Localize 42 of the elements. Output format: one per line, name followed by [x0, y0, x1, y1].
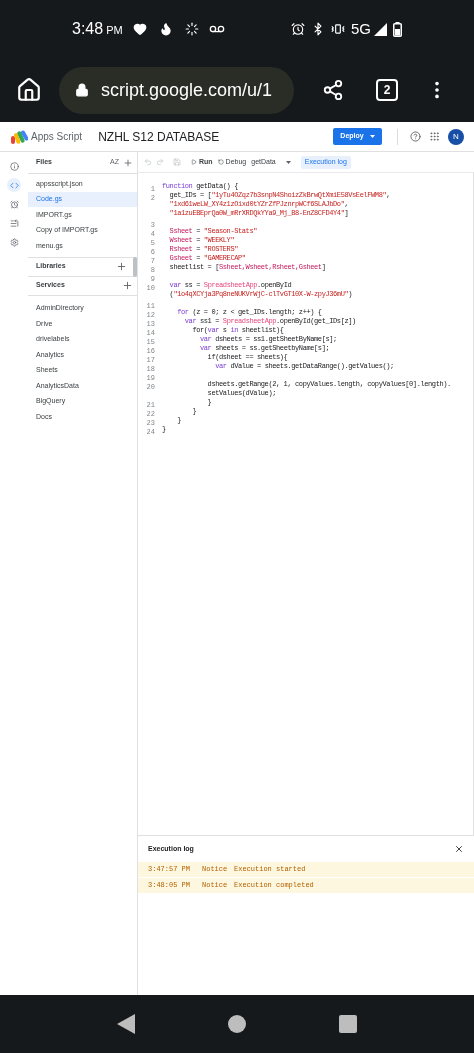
help-icon[interactable] — [410, 131, 421, 142]
caret-icon — [369, 135, 375, 138]
vibrate-icon — [331, 22, 345, 36]
close-icon[interactable] — [454, 844, 464, 854]
info-rail-button[interactable] — [7, 159, 21, 173]
url-bar[interactable]: script.google.com/u/1 — [59, 66, 294, 114]
add-service-icon[interactable] — [122, 280, 133, 291]
caret-icon — [285, 160, 291, 164]
signal-icon — [374, 22, 387, 36]
app-name: Apps Script — [31, 130, 83, 144]
status-ampm: PM — [106, 23, 123, 39]
add-file-icon[interactable] — [123, 157, 133, 168]
alarm-icon — [9, 199, 19, 209]
apps-icon[interactable] — [429, 131, 440, 142]
logo-icon — [10, 129, 28, 144]
executions-rail-button[interactable] — [7, 216, 21, 230]
code-rail-button[interactable] — [7, 178, 21, 192]
avatar[interactable]: N — [448, 128, 464, 145]
project-title: NZHL S12 DATABASE — [98, 128, 220, 146]
code-icon — [9, 180, 19, 190]
alarm-icon — [291, 22, 305, 36]
sparkle-icon — [184, 22, 199, 36]
recents-icon[interactable] — [339, 1015, 358, 1033]
lock-icon — [75, 83, 89, 97]
play-icon — [191, 159, 197, 165]
home-button-icon[interactable] — [228, 1015, 246, 1033]
heart-icon — [132, 22, 147, 36]
info-icon — [9, 161, 19, 171]
share-icon[interactable] — [322, 79, 344, 101]
flame-icon — [158, 22, 173, 36]
back-icon[interactable] — [116, 1014, 135, 1034]
debug-icon — [217, 159, 224, 165]
home-icon[interactable] — [16, 77, 42, 103]
settings-icon — [9, 237, 19, 247]
scrollbar-thumb[interactable] — [133, 257, 137, 277]
url-text: script.google.com/u/1 — [101, 78, 273, 102]
status-time: 3:48 — [72, 19, 104, 39]
network-label: 5G — [351, 18, 371, 39]
battery-icon — [393, 21, 402, 37]
add-library-icon[interactable] — [116, 261, 127, 272]
list-icon — [9, 218, 19, 228]
tab-count-button[interactable]: 2 — [376, 79, 398, 101]
